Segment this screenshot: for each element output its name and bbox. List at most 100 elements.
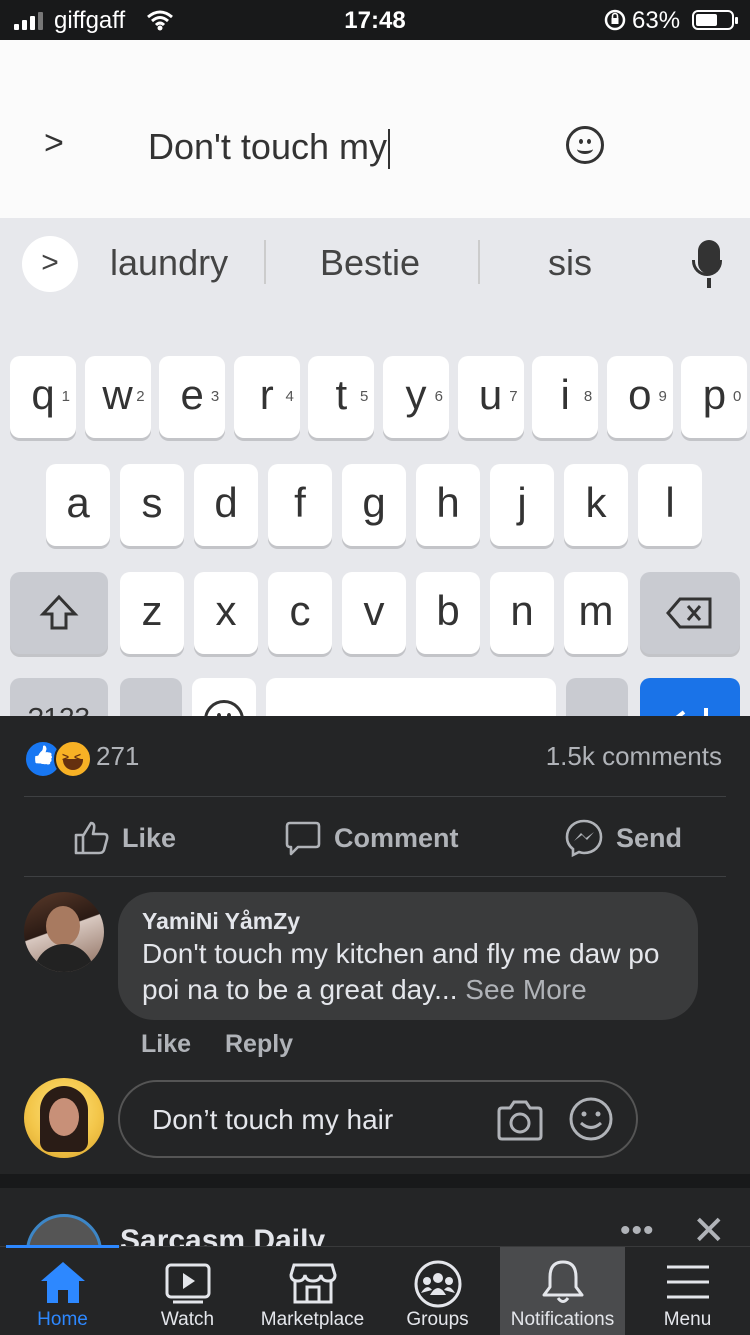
comments-count[interactable]: 1.5k comments xyxy=(546,741,722,772)
tab-groups[interactable]: Groups xyxy=(375,1247,500,1335)
backspace-icon xyxy=(666,597,712,629)
comment-reply-button[interactable]: Reply xyxy=(225,1030,293,1059)
status-bar: giffgaff 17:48 63% xyxy=(0,0,750,40)
camera-icon[interactable] xyxy=(496,1096,544,1142)
tab-notifications[interactable]: Notifications xyxy=(500,1247,625,1335)
tab-label: Home xyxy=(37,1309,88,1330)
key-label: h xyxy=(436,479,460,526)
key-o: o9 xyxy=(606,356,673,438)
comment-author[interactable]: YamiNi YåmZy xyxy=(142,908,300,935)
comment-label: Comment xyxy=(334,822,459,853)
more-options-icon[interactable]: ••• xyxy=(620,1214,655,1248)
see-more-link[interactable]: See More xyxy=(465,974,586,1005)
battery-percent: 63% xyxy=(632,7,681,34)
key-i: i8 xyxy=(532,356,599,438)
key-label: z xyxy=(141,587,163,634)
reaction-count[interactable]: 271 xyxy=(96,741,139,772)
suggestion-bar: > laundry Bestie sis xyxy=(0,218,750,308)
key-label: f xyxy=(294,479,306,526)
home-icon xyxy=(40,1262,85,1303)
key-z: z xyxy=(120,572,184,654)
groups-icon xyxy=(414,1260,461,1308)
key-label: k xyxy=(585,479,607,526)
key-number-hint: 0 xyxy=(733,388,742,405)
key-number-hint: 7 xyxy=(509,388,518,405)
messenger-icon xyxy=(565,819,603,858)
key-k: k xyxy=(564,464,628,546)
space-key xyxy=(266,678,556,716)
meme-input-bar: > Don't touch my xyxy=(0,40,750,218)
meme-typed-text: Don't touch my xyxy=(148,126,390,170)
marketplace-icon xyxy=(288,1263,337,1304)
comma-key: , xyxy=(120,678,182,716)
send-button[interactable]: Send xyxy=(564,816,682,860)
close-icon[interactable]: ✕ xyxy=(692,1208,726,1248)
haha-reaction-icon: >< xyxy=(54,740,92,778)
suggestion-word: Bestie xyxy=(320,242,421,283)
key-p: p0 xyxy=(681,356,748,438)
bottom-tab-bar: Home Watch Marketplace Groups Notificati… xyxy=(0,1246,750,1335)
key-label: v xyxy=(363,587,385,634)
tab-label: Menu xyxy=(663,1309,712,1330)
next-post-header: Sarcasm Daily ••• ✕ xyxy=(0,1188,750,1248)
microphone-icon xyxy=(692,240,722,288)
emoji-icon xyxy=(204,700,244,716)
tab-watch[interactable]: Watch xyxy=(125,1247,250,1335)
key-label: g xyxy=(362,479,386,526)
menu-icon xyxy=(666,1265,709,1299)
post-image[interactable]: > Don't touch my > laundry Bestie sis q1… xyxy=(0,40,750,716)
tab-menu[interactable]: Menu xyxy=(625,1247,750,1335)
key-number-hint: 6 xyxy=(434,388,443,405)
key-w: w2 xyxy=(84,356,151,438)
key-y: y6 xyxy=(383,356,449,438)
user-avatar[interactable] xyxy=(24,1078,104,1158)
key-number-hint: 4 xyxy=(285,388,294,405)
key-label: x xyxy=(215,587,237,634)
key-label: b xyxy=(436,587,460,634)
symbols-key: ?123 xyxy=(10,678,108,716)
key-m: m xyxy=(564,572,628,654)
suggestion-word: sis xyxy=(548,242,592,283)
send-label: Send xyxy=(616,822,683,853)
comment-like-button[interactable]: Like xyxy=(141,1030,191,1059)
watch-icon xyxy=(165,1263,210,1304)
page-name[interactable]: Sarcasm Daily xyxy=(120,1224,325,1248)
key-number-hint: 8 xyxy=(583,388,593,405)
key-l: l xyxy=(638,464,702,546)
comment-input-value[interactable]: Don’t touch my hair xyxy=(152,1104,393,1136)
key-label: m xyxy=(578,587,614,634)
key-number-hint: 2 xyxy=(136,388,145,405)
chevron-right-icon: > xyxy=(22,236,78,292)
battery-icon xyxy=(692,10,738,30)
backspace-key xyxy=(640,572,740,654)
comment-bubble[interactable]: YamiNi YåmZy Don't touch my kitchen and … xyxy=(118,892,698,1020)
tab-marketplace[interactable]: Marketplace xyxy=(250,1247,375,1335)
key-x: x xyxy=(194,572,258,654)
commenter-avatar[interactable] xyxy=(24,892,104,972)
key-j: j xyxy=(490,464,554,546)
shift-key xyxy=(10,572,108,654)
key-s: s xyxy=(120,464,184,546)
divider xyxy=(24,796,726,797)
key-label: a xyxy=(66,479,90,526)
key-number-hint: 3 xyxy=(210,388,220,405)
key-v: v xyxy=(342,572,406,654)
comment-input[interactable]: Don’t touch my hair xyxy=(118,1080,638,1158)
key-label: d xyxy=(214,479,238,526)
key-h: h xyxy=(416,464,480,546)
tab-home[interactable]: Home xyxy=(0,1247,125,1335)
key-u: u7 xyxy=(457,356,524,438)
like-button[interactable]: Like xyxy=(72,816,176,860)
key-e: e3 xyxy=(159,356,226,438)
divider xyxy=(24,876,726,877)
emoji-icon[interactable] xyxy=(568,1096,614,1142)
key-label: n xyxy=(510,587,534,634)
comment-button[interactable]: Comment xyxy=(284,816,459,860)
active-tab-indicator xyxy=(6,1245,119,1248)
meme-typed-value: Don't touch my xyxy=(148,126,387,167)
tab-label: Watch xyxy=(160,1309,215,1330)
page-avatar[interactable] xyxy=(26,1214,102,1248)
key-label: l xyxy=(665,479,675,526)
key-f: f xyxy=(268,464,332,546)
battery-fill xyxy=(696,14,717,26)
